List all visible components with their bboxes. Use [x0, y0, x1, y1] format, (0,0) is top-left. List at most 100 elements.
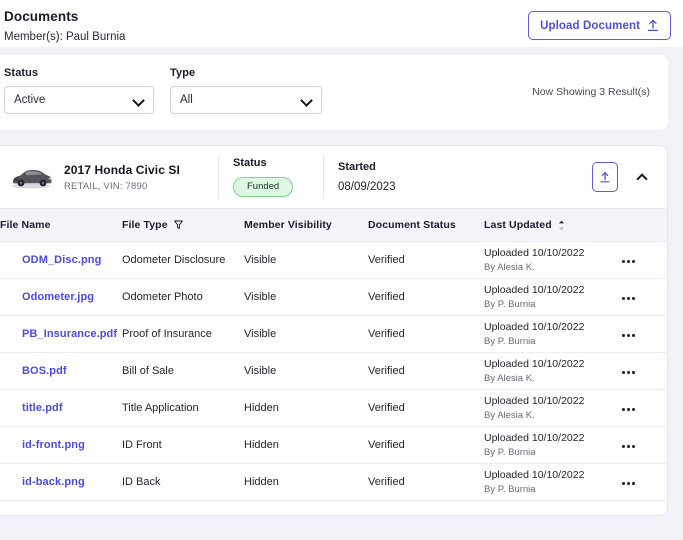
kebab-menu-icon[interactable] — [620, 478, 637, 489]
chevron-down-icon — [133, 95, 144, 106]
cell-document-status: Verified — [368, 315, 484, 353]
cell-last-updated: Uploaded 10/10/2022 By P. Burnia — [484, 315, 620, 353]
vehicle-name-block: 2017 Honda Civic SI RETAIL, VIN: 7890 — [64, 163, 212, 192]
cell-member-visibility: Visible — [244, 278, 368, 316]
last-updated-date: Uploaded 10/10/2022 — [484, 394, 585, 407]
file-name-link[interactable]: PB_Insurance.pdf — [22, 328, 117, 340]
filter-bar: Status Active Type All Now Showing 3 Res… — [0, 55, 668, 130]
page-header-text: Documents Member(s): Paul Burnia — [0, 6, 125, 44]
cell-file-type: Bill of Sale — [122, 352, 244, 390]
table-row[interactable]: ODM_Disc.png Odometer Disclosure Visible Ve… — [0, 241, 667, 279]
vehicle-started-date: 08/09/2023 — [338, 181, 396, 193]
cell-last-updated: Uploaded 10/10/2022 By P. Burnia — [484, 463, 620, 501]
cell-file-type: Odometer Photo — [122, 278, 244, 316]
last-updated-date: Uploaded 10/10/2022 — [484, 468, 585, 481]
upload-arrow-icon — [599, 171, 611, 184]
kebab-menu-icon[interactable] — [620, 404, 637, 415]
cell-member-visibility: Visible — [244, 315, 368, 353]
type-filter-select[interactable]: All — [170, 86, 322, 114]
upload-arrow-icon — [647, 19, 659, 32]
cell-last-updated: Uploaded 10/10/2022 By Alesia K. — [484, 352, 620, 390]
column-header-document-status[interactable]: Document Status — [368, 208, 484, 242]
cell-actions — [620, 352, 667, 390]
cell-actions — [620, 389, 667, 427]
vehicle-started-label: Started — [338, 161, 376, 173]
last-updated-date: Uploaded 10/10/2022 — [484, 431, 585, 444]
cell-file-name: Odometer.jpg — [0, 278, 122, 316]
vehicle-name: 2017 Honda Civic SI — [64, 162, 180, 177]
column-header-file-type[interactable]: File Type — [122, 208, 244, 242]
cell-member-visibility: Visible — [244, 352, 368, 390]
cell-document-status: Verified — [368, 463, 484, 501]
cell-member-visibility: Hidden — [244, 389, 368, 427]
sort-ascending-icon[interactable] — [558, 220, 565, 231]
upload-document-button[interactable]: Upload Document — [528, 11, 671, 40]
collapse-card-button[interactable] — [629, 164, 655, 190]
kebab-menu-icon[interactable] — [620, 441, 637, 452]
column-header-file-type-label: File Type — [122, 219, 168, 231]
last-updated-author: By P. Burnia — [484, 298, 536, 310]
cell-document-status: Verified — [368, 241, 484, 279]
table-row[interactable]: PB_Insurance.pdf Proof of Insurance Visibl… — [0, 315, 667, 353]
column-header-file-name[interactable]: File Name — [0, 208, 122, 242]
table-row[interactable]: Odometer.jpg Odometer Photo Visible Verifie… — [0, 278, 667, 316]
cell-file-type: Odometer Disclosure — [122, 241, 244, 279]
kebab-menu-icon[interactable] — [620, 256, 637, 267]
document-card: 2017 Honda Civic SI RETAIL, VIN: 7890 St… — [0, 145, 668, 516]
kebab-menu-icon[interactable] — [620, 293, 637, 304]
vehicle-started-field: Started 08/09/2023 — [338, 161, 458, 193]
cell-last-updated: Uploaded 10/10/2022 By P. Burnia — [484, 426, 620, 464]
cell-actions — [620, 278, 667, 316]
status-badge: Funded — [233, 177, 294, 197]
last-updated-date: Uploaded 10/10/2022 — [484, 283, 585, 296]
column-header-last-updated-label: Last Updated — [484, 219, 552, 231]
status-filter-label: Status — [4, 67, 39, 79]
cell-actions — [620, 426, 667, 464]
cell-file-type: Proof of Insurance — [122, 315, 244, 353]
last-updated-author: By Alesia K. — [484, 261, 535, 273]
cell-last-updated: Uploaded 10/10/2022 By Alesia K. — [484, 241, 620, 279]
table-row[interactable]: BOS.pdf Bill of Sale Visible Verified Upload… — [0, 352, 667, 390]
chevron-up-icon — [636, 172, 648, 185]
column-header-member-visibility-label: Member Visibility — [244, 219, 332, 231]
last-updated-author: By P. Burnia — [484, 483, 536, 495]
cell-file-name: title.pdf — [0, 389, 122, 427]
file-name-link[interactable]: Odometer.jpg — [22, 291, 94, 303]
file-name-link[interactable]: title.pdf — [22, 402, 63, 414]
status-filter-group: Status Active — [4, 67, 154, 114]
file-name-link[interactable]: BOS.pdf — [22, 365, 67, 377]
status-filter-select[interactable]: Active — [4, 86, 154, 114]
file-name-link[interactable]: id-back.png — [22, 476, 85, 488]
type-filter-label: Type — [170, 67, 196, 79]
file-name-link[interactable]: ODM_Disc.png — [22, 254, 101, 266]
last-updated-author: By Alesia K. — [484, 372, 535, 384]
kebab-menu-icon[interactable] — [620, 330, 637, 341]
table-header-row: File Name File Type Member Visibility Do… — [0, 208, 667, 242]
cell-member-visibility: Hidden — [244, 426, 368, 464]
cell-file-name: id-front.png — [0, 426, 122, 464]
documents-table: File Name File Type Member Visibility Do… — [0, 208, 667, 501]
vehicle-divider-1 — [218, 155, 219, 199]
table-footer-spacer — [0, 501, 667, 515]
file-name-link[interactable]: id-front.png — [22, 439, 85, 451]
cell-file-name: BOS.pdf — [0, 352, 122, 390]
vehicle-upload-button[interactable] — [592, 162, 618, 192]
column-header-member-visibility[interactable]: Member Visibility — [244, 208, 368, 242]
vehicle-details: RETAIL, VIN: 7890 — [64, 180, 148, 192]
last-updated-author: By Alesia K. — [484, 409, 535, 421]
table-row[interactable]: title.pdf Title Application Hidden Verified… — [0, 389, 667, 427]
table-row[interactable]: id-back.png ID Back Hidden Verified Uploaded… — [0, 463, 667, 501]
cell-actions — [620, 463, 667, 501]
cell-actions — [620, 315, 667, 353]
type-filter-group: Type All — [170, 67, 322, 114]
kebab-menu-icon[interactable] — [620, 367, 637, 378]
cell-last-updated: Uploaded 10/10/2022 By P. Burnia — [484, 278, 620, 316]
table-row[interactable]: id-front.png ID Front Hidden Verified Upload… — [0, 426, 667, 464]
vehicle-status-label: Status — [233, 157, 267, 169]
column-header-last-updated[interactable]: Last Updated — [484, 208, 620, 242]
last-updated-author: By P. Burnia — [484, 335, 536, 347]
last-updated-author: By P. Burnia — [484, 446, 536, 458]
page-header: Documents Member(s): Paul Burnia Upload … — [0, 0, 683, 47]
documents-table-header: File Name File Type Member Visibility Do… — [0, 208, 667, 242]
filter-funnel-icon[interactable] — [173, 220, 183, 230]
